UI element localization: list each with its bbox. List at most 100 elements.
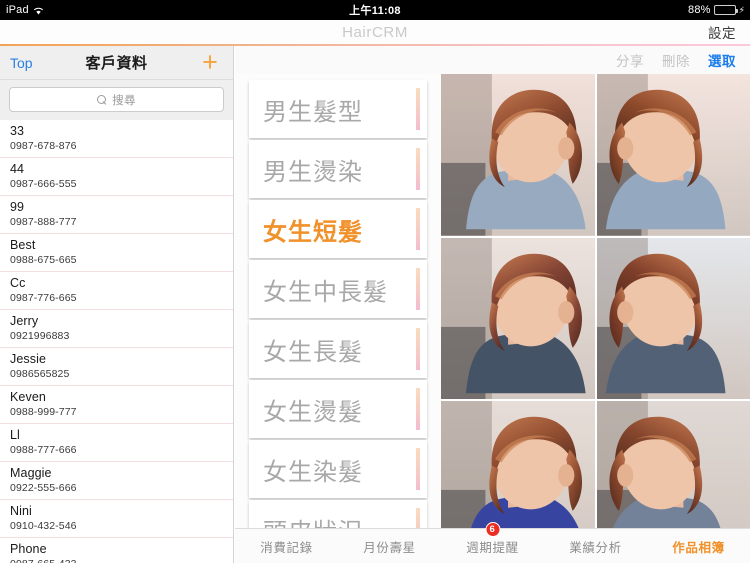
app-root: iPad 上午11:08 88% ⚡ HairCRM 設定 Top 客戶資料 +	[0, 0, 750, 563]
contact-phone: 0987-665-433	[10, 557, 223, 563]
contact-row[interactable]: 44 0987-666-555	[0, 158, 233, 196]
category-card[interactable]: 女生染髮	[249, 440, 427, 498]
photo-image	[441, 74, 595, 236]
category-label: 女生長髮	[263, 338, 363, 366]
category-accent-bar	[416, 448, 420, 490]
tab-label: 月份壽星	[363, 540, 416, 555]
category-list[interactable]: 男生髮型男生燙染女生短髮女生中長髮女生長髮女生燙髮女生染髮頭皮狀況	[235, 74, 441, 563]
search-input[interactable]: 搜尋	[9, 87, 224, 112]
contact-row[interactable]: 33 0987-678-876	[0, 120, 233, 158]
contact-row[interactable]: Phone0987-665-433	[0, 538, 233, 563]
category-accent-bar	[416, 388, 420, 430]
contact-row[interactable]: Jessie 0986565825	[0, 348, 233, 386]
contact-row[interactable]: Cc 0987-776-665	[0, 272, 233, 310]
contact-name: 33	[10, 124, 25, 138]
tab-label: 作品相簿	[672, 540, 725, 555]
photo-image	[441, 237, 595, 400]
contact-list[interactable]: 33 0987-678-876 44 0987-666-555 99 0987-888-7…	[0, 120, 233, 563]
photo-image	[596, 74, 750, 236]
contact-phone: 0987-666-555	[10, 178, 77, 190]
contact-name: Cc	[10, 276, 26, 290]
contact-phone: 0987-888-777	[10, 216, 77, 228]
category-label: 女生燙髮	[263, 398, 363, 426]
contact-row[interactable]: Jerry 0921996883	[0, 310, 233, 348]
lightning-bolt-icon: ⚡	[738, 4, 745, 15]
search-placeholder: 搜尋	[112, 94, 136, 107]
category-card[interactable]: 女生燙髮	[249, 380, 427, 438]
nav-bar: HairCRM 設定	[0, 20, 750, 44]
contact-row[interactable]: Nini 0910-432-546	[0, 500, 233, 538]
category-label: 男生燙染	[263, 158, 363, 186]
tab-1[interactable]: 消費記錄	[256, 537, 316, 556]
plus-icon[interactable]: +	[199, 49, 221, 76]
photo-cell[interactable]	[441, 237, 595, 400]
category-card[interactable]: 男生燙染	[249, 140, 427, 198]
battery-icon	[713, 5, 738, 15]
contact-name: Jerry	[10, 314, 39, 328]
contact-phone: 0922-555-666	[10, 482, 77, 494]
tab-label: 消費記錄	[260, 540, 313, 555]
battery-percent: 88%	[688, 4, 711, 16]
contact-phone: 0921996883	[10, 330, 70, 342]
contact-phone: 0987-678-876	[10, 140, 77, 152]
photo-image	[596, 237, 750, 400]
tab-4[interactable]: 業績分析	[565, 537, 625, 556]
content-toolbar: 分享 刪除 選取	[235, 46, 750, 74]
contact-phone: 0988-999-777	[10, 406, 77, 418]
search-bar-container: 搜尋	[0, 80, 233, 120]
category-accent-bar	[416, 328, 420, 370]
category-card[interactable]: 女生長髮	[249, 320, 427, 378]
category-card[interactable]: 女生中長髮	[249, 260, 427, 318]
category-label: 女生染髮	[263, 458, 363, 486]
category-accent-bar	[416, 148, 420, 190]
category-label: 女生中長髮	[263, 278, 388, 306]
contact-phone: 0988-777-666	[10, 444, 77, 456]
contact-name: Phone	[10, 542, 47, 556]
app-title: HairCRM	[342, 23, 408, 41]
back-to-top-button[interactable]: Top	[10, 55, 33, 71]
photo-cell[interactable]	[596, 237, 750, 400]
contact-phone: 0910-432-546	[10, 520, 77, 532]
contact-row[interactable]: 99 0987-888-777	[0, 196, 233, 234]
contact-name: Keven	[10, 390, 46, 404]
contact-name: Nini	[10, 504, 32, 518]
contact-row[interactable]: Keven 0988-999-777	[0, 386, 233, 424]
category-label: 男生髮型	[263, 98, 363, 126]
tab-label: 週期提醒	[466, 540, 519, 555]
tab-5[interactable]: 作品相簿	[668, 537, 728, 556]
status-bar-time: 上午11:08	[349, 5, 401, 17]
category-card[interactable]: 女生短髮	[249, 200, 427, 258]
contact-name: Jessie	[10, 352, 47, 366]
share-button[interactable]: 分享	[616, 50, 644, 70]
tab-label: 業績分析	[569, 540, 622, 555]
tab-3[interactable]: 週期提醒 6	[462, 521, 522, 556]
settings-button[interactable]: 設定	[708, 22, 736, 42]
contact-row[interactable]: Best 0988-675-665	[0, 234, 233, 272]
sidebar: Top 客戶資料 + 搜尋 33 0987-678-876 44 0987-666-5…	[0, 46, 234, 563]
category-accent-bar	[416, 268, 420, 310]
contact-name: 44	[10, 162, 25, 176]
select-button[interactable]: 選取	[708, 50, 736, 70]
sidebar-title: 客戶資料	[85, 55, 148, 72]
contact-phone: 0986565825	[10, 368, 70, 380]
search-icon	[97, 94, 107, 105]
status-bar: iPad 上午11:08 88% ⚡	[0, 0, 750, 20]
notification-badge: 6	[485, 521, 500, 537]
contact-row[interactable]: Maggie 0922-555-666	[0, 462, 233, 500]
tab-2[interactable]: 月份壽星	[359, 537, 419, 556]
content-pane: 分享 刪除 選取 男生髮型男生燙染女生短髮女生中長髮女生長髮女生燙髮女生染髮頭皮…	[235, 46, 750, 563]
category-label: 女生短髮	[263, 218, 363, 246]
status-bar-right: 88% ⚡	[688, 4, 745, 16]
sidebar-header: Top 客戶資料 +	[0, 46, 233, 80]
category-card[interactable]: 男生髮型	[249, 80, 427, 138]
delete-button[interactable]: 刪除	[662, 50, 690, 70]
contact-phone: 0988-675-665	[10, 254, 77, 266]
contact-row[interactable]: Ll 0988-777-666	[0, 424, 233, 462]
photo-cell[interactable]	[441, 74, 595, 236]
photo-cell[interactable]	[596, 74, 750, 236]
category-accent-bar	[416, 88, 420, 130]
contact-name: Ll	[10, 428, 20, 442]
category-accent-bar	[416, 208, 420, 250]
tab-bar[interactable]: 消費記錄 月份壽星 週期提醒 6 業績分析 作品相簿	[235, 521, 750, 563]
photo-grid[interactable]	[441, 74, 750, 563]
